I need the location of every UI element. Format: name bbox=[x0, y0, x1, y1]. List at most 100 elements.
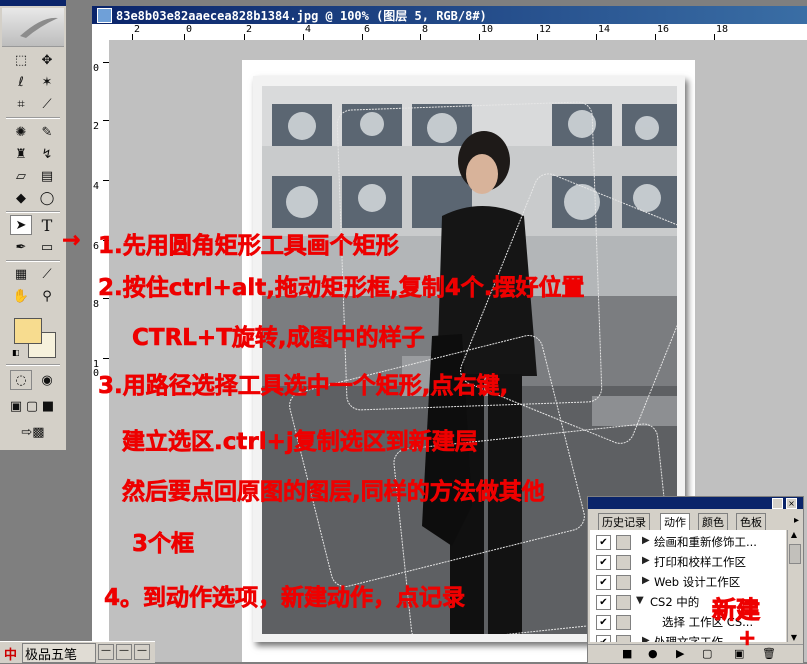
annotation-step3: 3.用路径选择工具选中一个矩形,点右键, bbox=[98, 373, 509, 400]
ruler-tick-label: 0 bbox=[93, 63, 100, 74]
expand-triangle-icon[interactable]: ▶ bbox=[642, 575, 650, 586]
gradient-tool-icon[interactable]: ▤ bbox=[36, 166, 58, 186]
dialog-toggle[interactable] bbox=[616, 635, 631, 642]
dialog-toggle[interactable] bbox=[616, 575, 631, 590]
ruler-tick-label: 0 bbox=[186, 24, 193, 35]
type-tool-icon[interactable]: T bbox=[36, 215, 58, 235]
dialog-toggle[interactable] bbox=[616, 555, 631, 570]
ruler-tick-label: 2 bbox=[134, 24, 141, 35]
magic-wand-icon[interactable]: ✶ bbox=[36, 72, 58, 92]
annotation-step2: 2.按住ctrl+alt,拖动矩形框,复制4个.摆好位置 bbox=[98, 275, 585, 302]
slice-tool-icon[interactable]: ⟋ bbox=[36, 94, 58, 114]
play-icon[interactable]: ▶ bbox=[676, 647, 684, 660]
screen-mode-3-icon[interactable]: ■ bbox=[40, 396, 56, 416]
tab-actions[interactable]: 动作 bbox=[660, 513, 690, 530]
panel-minimize-icon[interactable] bbox=[772, 498, 783, 509]
annotation-step3-cont2: 然后要点回原图的图层,同样的方法做其他 bbox=[122, 479, 545, 506]
horizontal-ruler[interactable]: 2 0 2 4 6 8 10 12 14 16 18 bbox=[92, 24, 807, 41]
eyedropper-icon[interactable]: ⟋ bbox=[36, 264, 58, 284]
expand-triangle-icon[interactable]: ▶ bbox=[642, 635, 650, 642]
list-item[interactable]: ✔ ▶ Web 设计工作区 bbox=[596, 572, 786, 591]
dodge-tool-icon[interactable]: ◯ bbox=[36, 188, 58, 208]
action-label: 处理文字工作 bbox=[654, 635, 723, 642]
lasso-tool-icon[interactable]: ℓ bbox=[10, 72, 32, 92]
list-item[interactable]: ✔ ▶ 打印和校样工作区 bbox=[596, 552, 786, 571]
marquee-tool-icon[interactable]: ⬚ bbox=[10, 50, 32, 70]
ime-name[interactable]: 极品五笔 bbox=[22, 643, 96, 663]
scroll-thumb[interactable] bbox=[789, 544, 801, 564]
delete-icon[interactable]: 🗑 bbox=[762, 647, 776, 660]
document-icon bbox=[97, 8, 112, 23]
dialog-toggle[interactable] bbox=[616, 595, 631, 610]
action-label: 打印和校样工作区 bbox=[654, 555, 746, 569]
annotation-plus: + bbox=[738, 626, 757, 652]
move-tool-icon[interactable]: ✥ bbox=[36, 50, 58, 70]
action-label: CS2 中的 bbox=[650, 595, 700, 609]
collapse-triangle-icon[interactable]: ▼ bbox=[636, 595, 644, 606]
checkbox-icon[interactable]: ✔ bbox=[596, 555, 611, 570]
ruler-tick-label: 4 bbox=[93, 181, 100, 192]
scroll-down-icon[interactable]: ▼ bbox=[788, 633, 800, 642]
rounded-rectangle-icon[interactable]: ▭ bbox=[36, 237, 58, 257]
brush-tool-icon[interactable]: ✎ bbox=[36, 122, 58, 142]
ruler-tick-label: 10 bbox=[481, 24, 494, 35]
expand-triangle-icon[interactable]: ▶ bbox=[642, 535, 650, 546]
annotation-step1: 1.先用圆角矩形工具画个矩形 bbox=[98, 233, 399, 260]
expand-triangle-icon[interactable]: ▶ bbox=[642, 555, 650, 566]
toolbox: ⬚ ✥ ℓ ✶ ⌗ ⟋ ✺ ✎ ♜ ↯ ▱ ▤ ◆ ◯ ➤ T ✒ ▭ ▦ ⟋ … bbox=[0, 0, 67, 450]
jump-to-imageready-icon[interactable]: ⇨▩ bbox=[16, 422, 50, 442]
new-set-icon[interactable]: ▢ bbox=[702, 647, 712, 660]
tab-history[interactable]: 历史记录 bbox=[598, 513, 650, 530]
panel-close-icon[interactable]: × bbox=[786, 498, 797, 509]
ime-button-3[interactable]: — bbox=[134, 644, 150, 660]
ime-button-2[interactable]: — bbox=[116, 644, 132, 660]
history-brush-icon[interactable]: ↯ bbox=[36, 144, 58, 164]
photoshop-logo-icon[interactable] bbox=[2, 8, 64, 47]
foreground-color-swatch[interactable] bbox=[14, 318, 42, 344]
toolbox-titlebar[interactable] bbox=[0, 0, 66, 6]
tab-swatches[interactable]: 色板 bbox=[736, 513, 766, 530]
annotation-step2-cont: CTRL+T旋转,成图中的样子 bbox=[132, 325, 425, 352]
checkbox-icon[interactable]: ✔ bbox=[596, 575, 611, 590]
checkbox-icon[interactable]: ✔ bbox=[596, 635, 611, 642]
checkbox-icon[interactable]: ✔ bbox=[596, 615, 611, 630]
crop-tool-icon[interactable]: ⌗ bbox=[10, 94, 32, 114]
ruler-tick-label: 2 bbox=[246, 24, 253, 35]
pen-tool-icon[interactable]: ✒ bbox=[10, 237, 32, 257]
hand-tool-icon[interactable]: ✋ bbox=[10, 286, 32, 306]
dialog-toggle[interactable] bbox=[616, 615, 631, 630]
checkbox-icon[interactable]: ✔ bbox=[596, 595, 611, 610]
tab-color[interactable]: 颜色 bbox=[698, 513, 728, 530]
dialog-toggle[interactable] bbox=[616, 535, 631, 550]
ime-button-1[interactable]: — bbox=[98, 644, 114, 660]
panel-menu-icon[interactable]: ▸ bbox=[794, 515, 799, 526]
notes-tool-icon[interactable]: ▦ bbox=[10, 264, 32, 284]
annotation-step3-cont3: 3个框 bbox=[132, 531, 195, 558]
document-titlebar[interactable]: 83e8b03e82aaecea828b1384.jpg @ 100% (图层 … bbox=[92, 6, 807, 24]
ruler-tick-label: 2 bbox=[93, 121, 100, 132]
panel-bottom-bar: ■ ● ▶ ▢ ▣ 🗑 bbox=[588, 644, 803, 663]
panel-titlebar[interactable] bbox=[588, 497, 803, 509]
stop-icon[interactable]: ■ bbox=[622, 647, 632, 660]
record-icon[interactable]: ● bbox=[648, 647, 658, 660]
ruler-tick-label: 8 bbox=[422, 24, 429, 35]
panel-scrollbar[interactable]: ▲ ▼ bbox=[787, 530, 801, 642]
vertical-ruler[interactable]: 024681 0 bbox=[92, 40, 110, 662]
ruler-tick-label: 18 bbox=[716, 24, 729, 35]
zoom-tool-icon[interactable]: ⚲ bbox=[36, 286, 58, 306]
blur-tool-icon[interactable]: ◆ bbox=[10, 188, 32, 208]
checkbox-icon[interactable]: ✔ bbox=[596, 535, 611, 550]
clone-stamp-icon[interactable]: ♜ bbox=[10, 144, 32, 164]
standard-mode-icon[interactable]: ◌ bbox=[10, 370, 32, 390]
path-selection-icon[interactable]: ➤ bbox=[10, 215, 32, 235]
healing-brush-icon[interactable]: ✺ bbox=[10, 122, 32, 142]
scroll-up-icon[interactable]: ▲ bbox=[788, 530, 800, 539]
ime-mode-icon[interactable]: 中 bbox=[4, 644, 17, 663]
screen-mode-2-icon[interactable]: ▢ bbox=[24, 396, 40, 416]
default-colors-icon[interactable]: ◧ bbox=[12, 348, 21, 357]
list-item[interactable]: ✔ ▶ 绘画和重新修饰工... bbox=[596, 532, 786, 551]
quick-mask-icon[interactable]: ◉ bbox=[36, 370, 58, 390]
list-item[interactable]: ✔ ▶ 处理文字工作 bbox=[596, 632, 786, 642]
eraser-tool-icon[interactable]: ▱ bbox=[10, 166, 32, 186]
screen-mode-1-icon[interactable]: ▣ bbox=[8, 396, 24, 416]
